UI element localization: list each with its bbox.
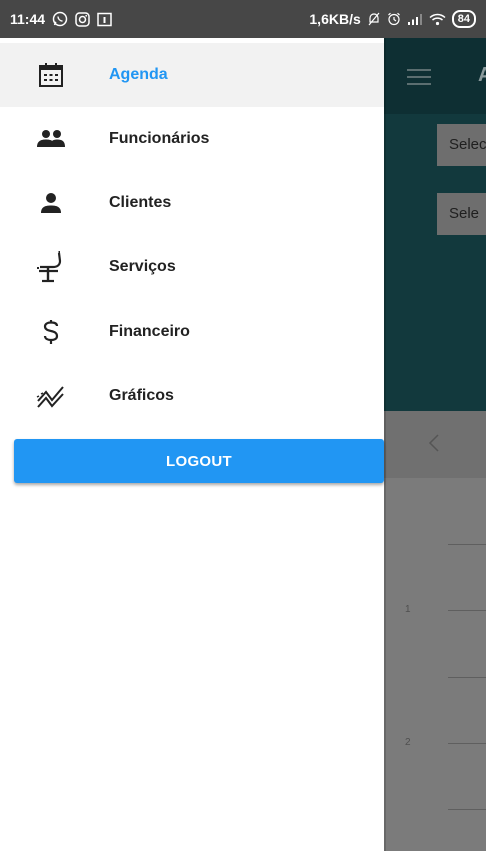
drawer-item-agenda[interactable]: Agenda bbox=[0, 43, 384, 107]
grid-line bbox=[448, 809, 486, 810]
status-bar: 11:44 1,6KB/s 84 bbox=[0, 0, 486, 38]
drawer-item-label: Financeiro bbox=[109, 323, 190, 340]
menu-icon[interactable] bbox=[407, 68, 431, 91]
drawer-item-label: Serviços bbox=[109, 258, 176, 275]
chevron-left-icon[interactable] bbox=[428, 433, 440, 458]
drawer-item-label: Funcionários bbox=[109, 130, 210, 147]
select-field-2[interactable]: Sele bbox=[437, 193, 486, 235]
signal-icon bbox=[407, 13, 423, 25]
battery-level: 84 bbox=[457, 13, 470, 25]
grid-line bbox=[448, 544, 486, 545]
drawer-item-funcionarios[interactable]: Funcionários bbox=[0, 107, 384, 171]
battery-icon: 84 bbox=[451, 10, 476, 28]
drawer-item-label: Agenda bbox=[109, 66, 168, 83]
dollar-icon bbox=[34, 315, 68, 349]
app-title: A bbox=[478, 64, 486, 86]
drawer-item-clientes[interactable]: Clientes bbox=[0, 171, 384, 235]
dentist-chair-icon bbox=[34, 250, 68, 284]
alarm-icon bbox=[387, 12, 401, 26]
people-icon bbox=[34, 122, 68, 156]
row-number: 1 bbox=[405, 604, 411, 615]
whatsapp-icon bbox=[52, 11, 68, 27]
drawer-item-graficos[interactable]: Gráficos bbox=[0, 364, 384, 428]
logout-button[interactable]: LOGOUT bbox=[14, 439, 384, 483]
instagram-icon bbox=[75, 11, 90, 27]
chart-line-icon bbox=[34, 379, 68, 413]
calendar-icon bbox=[34, 58, 68, 92]
row-number: 2 bbox=[405, 737, 411, 748]
person-icon bbox=[34, 186, 68, 220]
grid-line bbox=[448, 743, 486, 744]
select-field-1[interactable]: Selec bbox=[437, 124, 486, 166]
drawer-item-label: Gráficos bbox=[109, 387, 174, 404]
network-speed: 1,6KB/s bbox=[309, 11, 361, 27]
wifi-icon bbox=[429, 13, 446, 26]
drawer-edge-shadow bbox=[384, 38, 386, 851]
drawer-item-servicos[interactable]: Serviços bbox=[0, 235, 384, 299]
muted-bell-icon bbox=[367, 12, 381, 26]
drawer-item-financeiro[interactable]: Financeiro bbox=[0, 300, 384, 364]
grid-line bbox=[448, 610, 486, 611]
status-time: 11:44 bbox=[10, 11, 46, 27]
grid-line bbox=[448, 677, 486, 678]
navigation-drawer: Agenda Funcionários Clientes Serviços Fi… bbox=[0, 38, 384, 851]
drawer-item-label: Clientes bbox=[109, 194, 172, 211]
calendar-notification-icon bbox=[97, 12, 112, 27]
